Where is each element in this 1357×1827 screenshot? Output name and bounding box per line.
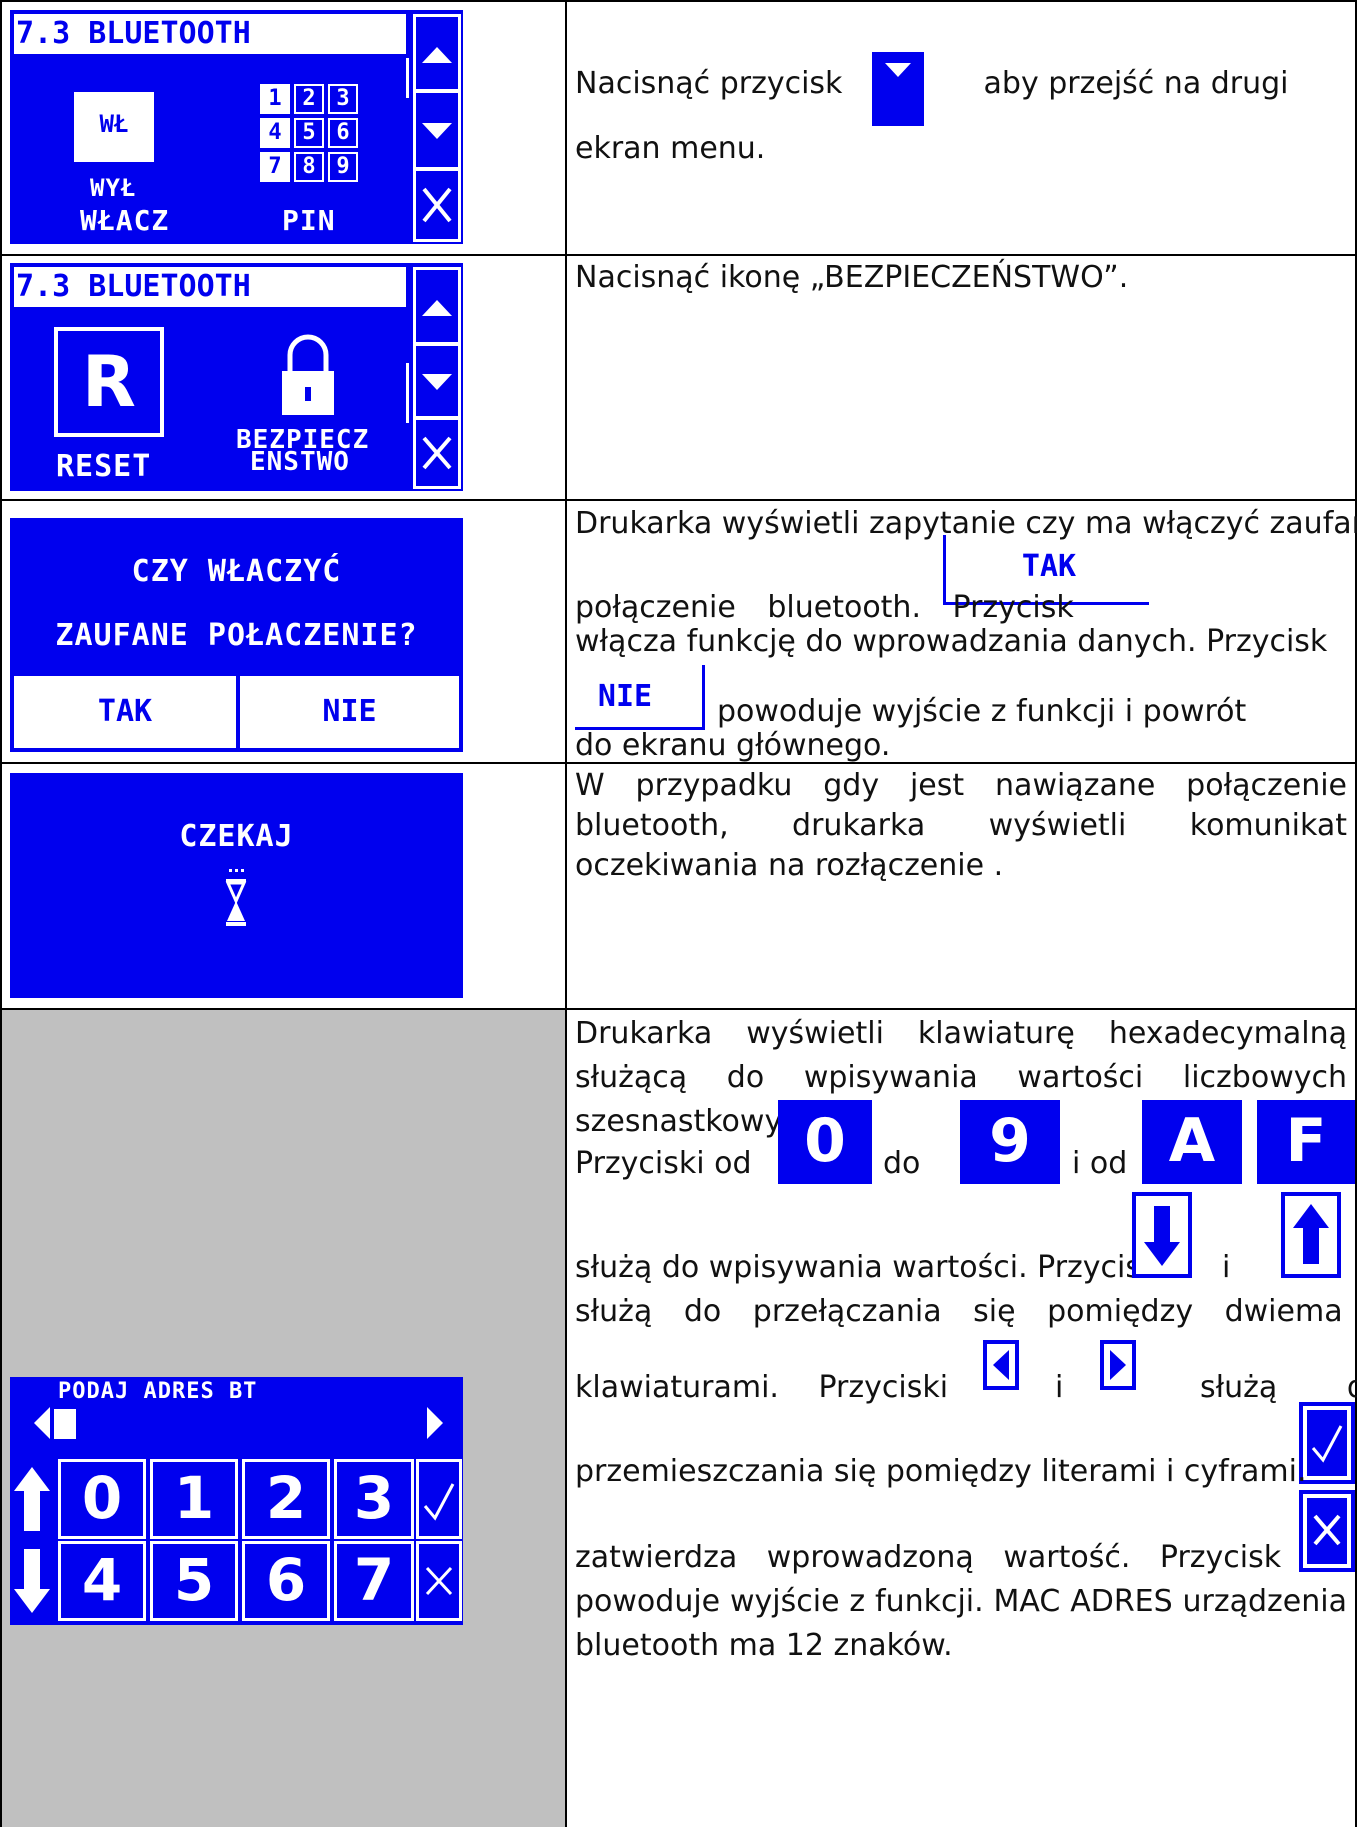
cursor-right-button[interactable] bbox=[425, 1405, 445, 1441]
no-label: NIE bbox=[322, 694, 377, 729]
row5-line-6: przemieszczania się pomiędzy literami i … bbox=[575, 1454, 1307, 1489]
pin-keypad-icon[interactable]: 1 2 3 4 5 6 7 8 9 bbox=[260, 84, 360, 184]
row3-line5: do ekranu głównego. bbox=[575, 728, 891, 763]
hex-key[interactable]: 5 bbox=[150, 1541, 238, 1621]
lock-icon[interactable] bbox=[276, 331, 340, 421]
security-caption-2: ENSTWO bbox=[250, 447, 350, 477]
cursor-left-sample bbox=[983, 1340, 1019, 1390]
key-9-sample: 9 bbox=[960, 1100, 1060, 1184]
scroll-down-button[interactable] bbox=[413, 343, 461, 419]
hex-key[interactable]: 7 bbox=[334, 1541, 414, 1621]
keypad-digit: 1 bbox=[260, 84, 290, 114]
prompt-label: PODAJ ADRES BT bbox=[58, 1379, 258, 1404]
question-line-1: CZY WŁACZYĆ bbox=[131, 554, 342, 589]
lcd-screen-menu-1: 7.3 BLUETOOTH WŁ WYŁ 1 2 3 4 5 6 7 8 9 W… bbox=[10, 10, 463, 244]
row5-from-label: Przyciski od bbox=[575, 1146, 752, 1181]
arrow-down-icon bbox=[422, 374, 452, 390]
desc-text: Nacisnąć przycisk bbox=[575, 66, 843, 101]
close-icon bbox=[422, 436, 452, 470]
off-option[interactable]: WYŁ bbox=[90, 174, 136, 202]
arrow-up-icon bbox=[422, 47, 452, 63]
hex-key[interactable]: 0 bbox=[58, 1459, 146, 1539]
arrow-down-icon bbox=[422, 123, 452, 139]
key-0-sample: 0 bbox=[778, 1100, 872, 1184]
confirm-button[interactable] bbox=[416, 1459, 462, 1539]
hex-key[interactable]: 6 bbox=[242, 1541, 330, 1621]
row5-line-8: powoduje wyjście z funkcji. MAC ADRES ur… bbox=[575, 1584, 1347, 1663]
row5-line-2: służą do wpisywania wartości. Przyciski bbox=[575, 1250, 1167, 1285]
row1-description: Nacisnąć przycisk aby przejść na drugi e… bbox=[575, 52, 1347, 172]
key-a-sample: A bbox=[1142, 1100, 1242, 1184]
arrow-up-icon bbox=[422, 300, 452, 316]
yes-button[interactable]: TAK bbox=[14, 676, 236, 748]
cursor-right-sample bbox=[1100, 1340, 1136, 1390]
hex-key[interactable]: 3 bbox=[334, 1459, 414, 1539]
reset-icon-button[interactable]: R bbox=[54, 327, 164, 437]
row5-and-from-label: i od bbox=[1072, 1146, 1128, 1181]
hourglass-icon bbox=[225, 869, 247, 926]
row5-i-label: i bbox=[1222, 1250, 1231, 1285]
arrow-down-icon bbox=[884, 63, 911, 77]
wait-label: CZEKAJ bbox=[179, 819, 294, 854]
yes-label: TAK bbox=[97, 694, 153, 729]
cursor-left-button[interactable] bbox=[32, 1405, 52, 1441]
hex-key[interactable]: 4 bbox=[58, 1541, 146, 1621]
row5-line-7: zatwierdza wprowadzoną wartość. Przycisk bbox=[575, 1540, 1282, 1575]
keypad-digit: 5 bbox=[294, 118, 324, 148]
no-button[interactable]: NIE bbox=[240, 676, 459, 748]
reset-caption: RESET bbox=[56, 449, 152, 484]
on-option[interactable]: WŁ bbox=[74, 92, 154, 162]
screen-title: 7.3 BLUETOOTH bbox=[14, 14, 406, 54]
arrow-up-sample bbox=[1281, 1192, 1341, 1278]
keyboard-down-button[interactable] bbox=[12, 1547, 52, 1615]
scroll-down-button[interactable] bbox=[413, 90, 461, 170]
row5-line-4: klawiaturami. Przyciski bbox=[575, 1370, 949, 1405]
lcd-wait-screen: CZEKAJ bbox=[10, 773, 463, 998]
on-label: WŁ bbox=[99, 110, 129, 138]
cursor-block bbox=[54, 1409, 76, 1439]
enable-caption: WŁACZ bbox=[80, 204, 170, 237]
keypad-digit: 9 bbox=[328, 152, 358, 182]
row3-line3: włącza funkcję do wprowadzania danych. P… bbox=[575, 624, 1328, 659]
keypad-digit: 7 bbox=[260, 152, 290, 182]
pin-caption: PIN bbox=[282, 204, 336, 237]
arrow-down-sample bbox=[1132, 1192, 1192, 1278]
lcd-hex-keypad: PODAJ ADRES BT 0 1 2 3 4 5 6 7 bbox=[10, 1377, 463, 1625]
yes-sample-label: TAK bbox=[1021, 549, 1077, 584]
row5-line-3: służą do przełączania się pomiędzy dwiem… bbox=[575, 1294, 1343, 1329]
reset-letter: R bbox=[82, 341, 136, 423]
keypad-digit: 8 bbox=[294, 152, 324, 182]
row2-description: Nacisnąć ikonę „BEZPIECZEŃSTWO”. bbox=[575, 260, 1129, 295]
hex-key[interactable]: 1 bbox=[150, 1459, 238, 1539]
checkmark-icon bbox=[423, 1483, 455, 1521]
cancel-button[interactable] bbox=[416, 1541, 462, 1621]
keypad-digit: 3 bbox=[328, 84, 358, 114]
close-button[interactable] bbox=[413, 168, 461, 242]
down-button-sample bbox=[871, 52, 924, 126]
no-button-sample: NIE bbox=[575, 665, 705, 730]
question-line-2: ZAUFANE POŁACZENIE? bbox=[55, 618, 418, 653]
lcd-confirm-dialog: CZY WŁACZYĆ ZAUFANE POŁACZENIE? TAK NIE bbox=[10, 518, 463, 752]
scroll-up-button[interactable] bbox=[413, 14, 461, 92]
row5-to-label: do bbox=[883, 1146, 921, 1181]
screen-title: 7.3 BLUETOOTH bbox=[14, 267, 406, 307]
cancel-sample bbox=[1299, 1490, 1355, 1572]
row4-description: W przypadku gdy jest nawiązane połączeni… bbox=[575, 768, 1347, 883]
close-button[interactable] bbox=[413, 417, 461, 489]
key-f-sample: F bbox=[1257, 1100, 1355, 1184]
keypad-digit: 6 bbox=[328, 118, 358, 148]
keyboard-up-button[interactable] bbox=[12, 1465, 52, 1533]
close-icon bbox=[425, 1566, 453, 1596]
lcd-screen-menu-2: 7.3 BLUETOOTH R RESET BEZPIECZ ENSTWO bbox=[10, 263, 463, 491]
keypad-digit: 4 bbox=[260, 118, 290, 148]
row5-i2-label: i bbox=[1055, 1370, 1064, 1405]
no-sample-label: NIE bbox=[597, 679, 653, 714]
close-icon bbox=[422, 187, 452, 223]
keypad-digit: 2 bbox=[294, 84, 324, 114]
hex-key[interactable]: 2 bbox=[242, 1459, 330, 1539]
scroll-up-button[interactable] bbox=[413, 267, 461, 345]
